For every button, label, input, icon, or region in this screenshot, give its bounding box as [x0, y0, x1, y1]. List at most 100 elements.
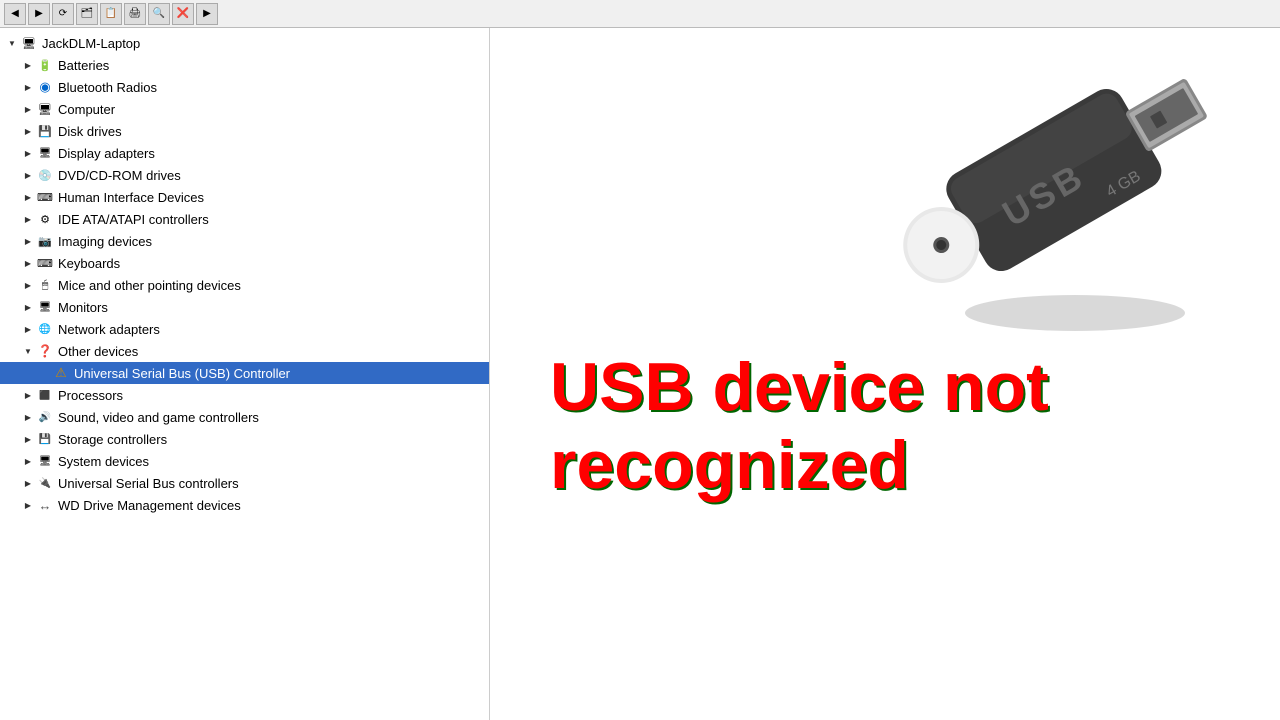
mice-expander[interactable] — [20, 277, 36, 293]
usb-expander[interactable] — [20, 475, 36, 491]
usb-ctrl-icon — [52, 364, 70, 382]
storage-expander[interactable] — [20, 431, 36, 447]
tree-item-keyboards[interactable]: Keyboards — [0, 252, 489, 274]
tree-item-ide[interactable]: IDE ATA/ATAPI controllers — [0, 208, 489, 230]
network-label: Network adapters — [58, 322, 160, 337]
display-label: Display adapters — [58, 146, 155, 161]
tree-item-wd[interactable]: WD Drive Management devices — [0, 494, 489, 516]
ide-icon — [36, 210, 54, 228]
root-label: JackDLM-Laptop — [42, 36, 140, 51]
system-expander[interactable] — [20, 453, 36, 469]
tree-root[interactable]: JackDLM-Laptop — [0, 32, 489, 54]
storage-label: Storage controllers — [58, 432, 167, 447]
toolbar-remove[interactable]: ❌ — [172, 3, 194, 25]
monitors-label: Monitors — [58, 300, 108, 315]
error-line2: recognized — [550, 426, 1260, 504]
tree-item-dvd[interactable]: DVD/CD-ROM drives — [0, 164, 489, 186]
computer-expander[interactable] — [20, 101, 36, 117]
tree-item-bluetooth[interactable]: Bluetooth Radios — [0, 76, 489, 98]
tree-item-disk[interactable]: Disk drives — [0, 120, 489, 142]
system-icon — [36, 452, 54, 470]
wd-icon — [36, 496, 54, 514]
storage-icon — [36, 430, 54, 448]
system-label: System devices — [58, 454, 149, 469]
usb-ctrl-expander — [36, 365, 52, 381]
batteries-label: Batteries — [58, 58, 109, 73]
keyboards-expander[interactable] — [20, 255, 36, 271]
tree-item-computer[interactable]: Computer — [0, 98, 489, 120]
usb-ctrl-label: Universal Serial Bus (USB) Controller — [74, 366, 290, 381]
sound-icon — [36, 408, 54, 426]
keyboards-icon — [36, 254, 54, 272]
tree-item-display[interactable]: Display adapters — [0, 142, 489, 164]
bluetooth-expander[interactable] — [20, 79, 36, 95]
other-expander[interactable] — [20, 343, 36, 359]
tree-item-network[interactable]: Network adapters — [0, 318, 489, 340]
toolbar-btn3[interactable]: 🖨 — [124, 3, 146, 25]
computer-label: Computer — [58, 102, 115, 117]
root-icon — [20, 34, 38, 52]
toolbar: ◀ ▶ ⟳ 🗂 📋 🖨 🔍 ❌ ▶ — [0, 0, 1280, 28]
tree-item-imaging[interactable]: Imaging devices — [0, 230, 489, 252]
disk-expander[interactable] — [20, 123, 36, 139]
sound-expander[interactable] — [20, 409, 36, 425]
batteries-expander[interactable] — [20, 57, 36, 73]
network-icon — [36, 320, 54, 338]
tree-item-mice[interactable]: Mice and other pointing devices — [0, 274, 489, 296]
toolbar-forward[interactable]: ▶ — [28, 3, 50, 25]
hid-label: Human Interface Devices — [58, 190, 204, 205]
tree-item-hid[interactable]: Human Interface Devices — [0, 186, 489, 208]
right-panel: USB 4 GB — [490, 28, 1280, 720]
disk-icon — [36, 122, 54, 140]
tree-item-usb-controller[interactable]: Universal Serial Bus (USB) Controller — [0, 362, 489, 384]
tree-item-processors[interactable]: Processors — [0, 384, 489, 406]
processors-label: Processors — [58, 388, 123, 403]
wd-expander[interactable] — [20, 497, 36, 513]
bluetooth-label: Bluetooth Radios — [58, 80, 157, 95]
ide-expander[interactable] — [20, 211, 36, 227]
tree-item-batteries[interactable]: Batteries — [0, 54, 489, 76]
error-message: USB device not recognized — [550, 348, 1260, 504]
other-icon — [36, 342, 54, 360]
toolbar-refresh[interactable]: ⟳ — [52, 3, 74, 25]
processors-expander[interactable] — [20, 387, 36, 403]
batteries-icon — [36, 56, 54, 74]
dvd-expander[interactable] — [20, 167, 36, 183]
tree-item-sound[interactable]: Sound, video and game controllers — [0, 406, 489, 428]
toolbar-back[interactable]: ◀ — [4, 3, 26, 25]
tree-item-storage[interactable]: Storage controllers — [0, 428, 489, 450]
tree-item-usb-ctrl[interactable]: Universal Serial Bus controllers — [0, 472, 489, 494]
monitors-expander[interactable] — [20, 299, 36, 315]
processors-icon — [36, 386, 54, 404]
usb-icon — [36, 474, 54, 492]
usb-illustration: USB 4 GB — [900, 38, 1240, 338]
ide-label: IDE ATA/ATAPI controllers — [58, 212, 209, 227]
imaging-label: Imaging devices — [58, 234, 152, 249]
tree-item-monitors[interactable]: Monitors — [0, 296, 489, 318]
dvd-label: DVD/CD-ROM drives — [58, 168, 181, 183]
dvd-icon — [36, 166, 54, 184]
toolbar-properties[interactable]: 🗂 — [76, 3, 98, 25]
keyboards-label: Keyboards — [58, 256, 120, 271]
monitors-icon — [36, 298, 54, 316]
hid-expander[interactable] — [20, 189, 36, 205]
toolbar-btn2[interactable]: 📋 — [100, 3, 122, 25]
tree-item-other[interactable]: Other devices — [0, 340, 489, 362]
other-label: Other devices — [58, 344, 138, 359]
network-expander[interactable] — [20, 321, 36, 337]
display-expander[interactable] — [20, 145, 36, 161]
disk-label: Disk drives — [58, 124, 122, 139]
usb-label: Universal Serial Bus controllers — [58, 476, 239, 491]
toolbar-search[interactable]: 🔍 — [148, 3, 170, 25]
imaging-expander[interactable] — [20, 233, 36, 249]
tree-item-system[interactable]: System devices — [0, 450, 489, 472]
device-tree[interactable]: JackDLM-Laptop Batteries Bluetooth Radio… — [0, 28, 490, 720]
main-area: JackDLM-Laptop Batteries Bluetooth Radio… — [0, 28, 1280, 720]
root-expander[interactable] — [4, 35, 20, 51]
toolbar-play[interactable]: ▶ — [196, 3, 218, 25]
display-icon — [36, 144, 54, 162]
mice-icon — [36, 276, 54, 294]
sound-label: Sound, video and game controllers — [58, 410, 259, 425]
error-line1: USB device not — [550, 348, 1260, 426]
imaging-icon — [36, 232, 54, 250]
